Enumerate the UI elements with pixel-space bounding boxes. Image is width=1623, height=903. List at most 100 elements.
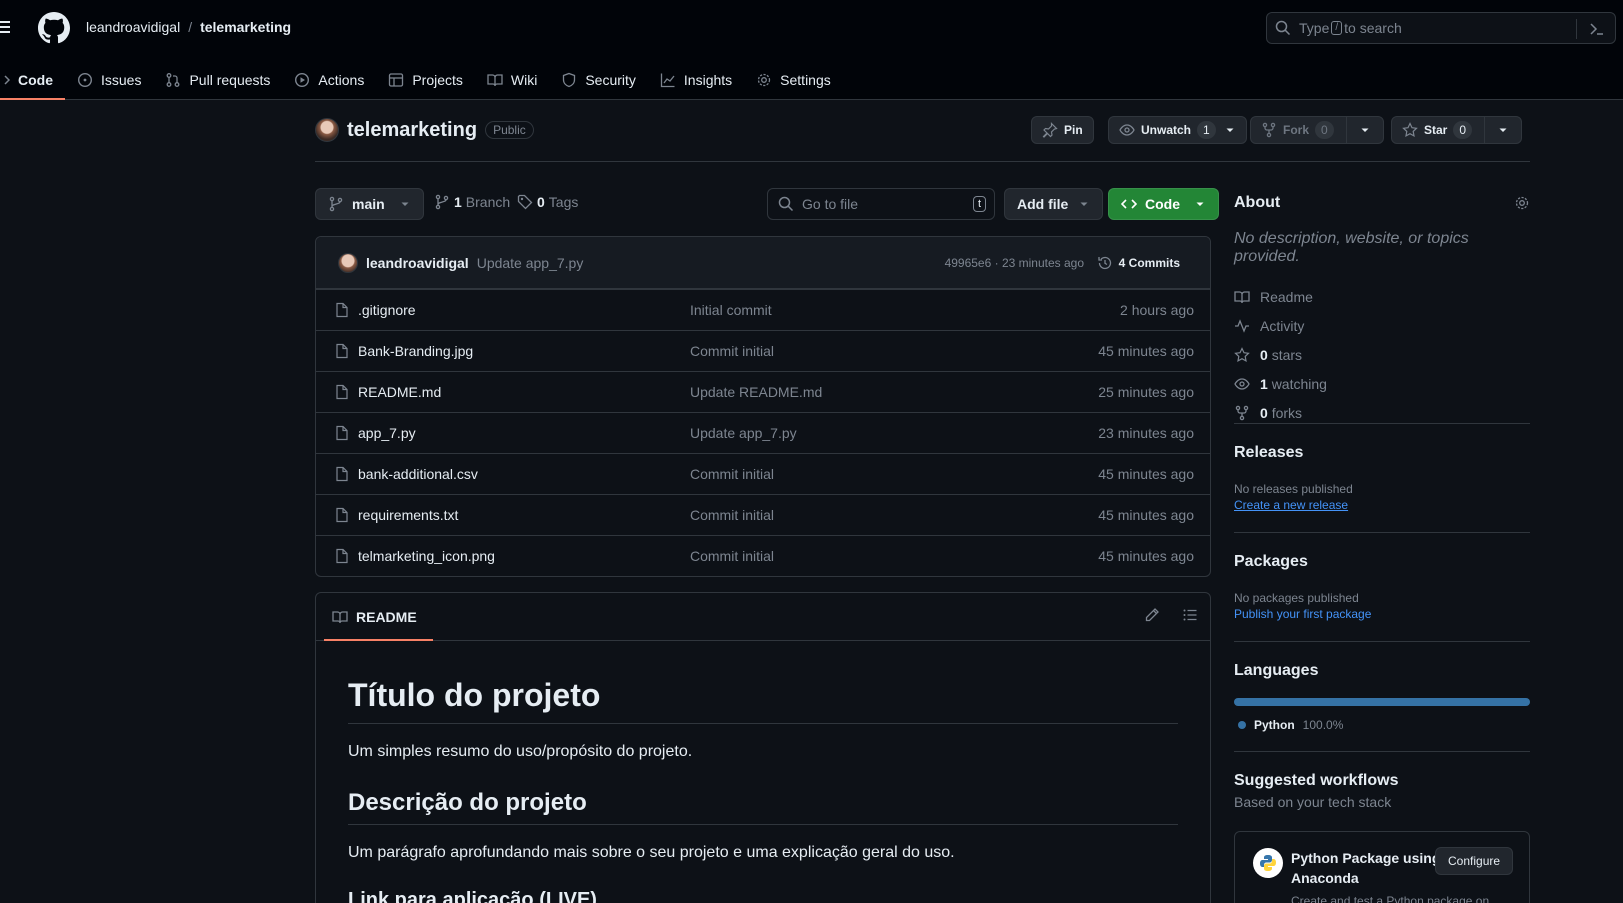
tags-link[interactable]: 0 Tags xyxy=(517,194,578,210)
tab-issues-label: Issues xyxy=(101,72,142,88)
tab-settings[interactable]: Settings xyxy=(744,60,843,100)
file-row[interactable]: requirements.txt Commit initial 45 minut… xyxy=(316,494,1210,535)
language-name: Python xyxy=(1254,718,1295,732)
commit-author[interactable]: leandroavidigal xyxy=(366,255,469,271)
tab-insights[interactable]: Insights xyxy=(648,60,744,100)
breadcrumb-repo[interactable]: telemarketing xyxy=(200,19,291,35)
workflow-card: Python Package using Anaconda Configure … xyxy=(1234,831,1530,903)
publish-package-link[interactable]: Publish your first package xyxy=(1234,607,1530,621)
branches-link[interactable]: 1 Branch xyxy=(434,194,510,210)
code-button[interactable]: Code xyxy=(1108,188,1219,220)
book-icon xyxy=(1234,289,1250,305)
file-name[interactable]: requirements.txt xyxy=(358,507,458,523)
search-placeholder-pre: Type xyxy=(1299,20,1330,36)
gear-icon xyxy=(756,72,772,88)
pin-button[interactable]: Pin xyxy=(1031,116,1094,144)
file-commit-message[interactable]: Commit initial xyxy=(690,466,774,482)
command-palette-icon[interactable] xyxy=(1589,21,1605,37)
tab-actions[interactable]: Actions xyxy=(282,60,376,100)
file-commit-message[interactable]: Update app_7.py xyxy=(690,425,797,441)
activity-link[interactable]: Activity xyxy=(1234,311,1530,340)
file-commit-message[interactable]: Commit initial xyxy=(690,548,774,564)
watching-link[interactable]: 1 watching xyxy=(1234,369,1530,398)
stars-link[interactable]: 0 stars xyxy=(1234,340,1530,369)
readme-tab[interactable]: README xyxy=(324,593,433,641)
languages-title: Languages xyxy=(1234,662,1319,679)
star-dropdown[interactable] xyxy=(1484,116,1521,144)
file-icon xyxy=(334,548,350,564)
tab-security[interactable]: Security xyxy=(549,60,648,100)
branch-name: main xyxy=(352,196,385,212)
file-commit-message[interactable]: Initial commit xyxy=(690,302,772,318)
file-name[interactable]: bank-additional.csv xyxy=(358,466,478,482)
packages-title[interactable]: Packages xyxy=(1234,553,1530,571)
github-logo-icon[interactable] xyxy=(38,12,70,44)
go-to-file-shortcut: t xyxy=(972,196,986,212)
commit-sha-time[interactable]: 49965e6 · 23 minutes ago xyxy=(945,256,1084,270)
table-icon xyxy=(388,72,404,88)
workflow-title[interactable]: Python Package using Anaconda xyxy=(1291,848,1441,888)
code-icon xyxy=(0,72,10,88)
file-name[interactable]: app_7.py xyxy=(358,425,416,441)
releases-title[interactable]: Releases xyxy=(1234,444,1530,462)
fork-button[interactable]: Fork 0 xyxy=(1250,116,1384,144)
breadcrumb-owner[interactable]: leandroavidigal xyxy=(86,19,180,35)
avatar[interactable] xyxy=(315,118,339,142)
global-search-input[interactable]: Type / to search xyxy=(1266,12,1616,44)
tab-projects[interactable]: Projects xyxy=(376,60,475,100)
fork-dropdown[interactable] xyxy=(1345,116,1383,144)
file-icon xyxy=(334,507,350,523)
menu-icon[interactable] xyxy=(0,16,14,38)
readme-header: README xyxy=(316,593,1210,641)
breadcrumb: leandroavidigal / telemarketing xyxy=(86,19,291,35)
pencil-icon[interactable] xyxy=(1144,607,1160,623)
file-name[interactable]: telmarketing_icon.png xyxy=(358,548,495,564)
file-icon xyxy=(334,343,350,359)
tab-code[interactable]: Code xyxy=(0,60,65,100)
file-row[interactable]: telmarketing_icon.png Commit initial 45 … xyxy=(316,535,1210,576)
repo-name[interactable]: telemarketing xyxy=(347,119,477,142)
commit-message[interactable]: Update app_7.py xyxy=(477,255,584,271)
sidebar-divider xyxy=(1234,641,1530,642)
tab-issues[interactable]: Issues xyxy=(65,60,153,100)
pin-label: Pin xyxy=(1064,123,1083,137)
file-row[interactable]: .gitignore Initial commit 2 hours ago xyxy=(316,289,1210,330)
file-name[interactable]: README.md xyxy=(358,384,441,400)
commits-count: 4 Commits xyxy=(1118,255,1180,270)
fork-count: 0 xyxy=(1315,121,1334,139)
go-to-file-input[interactable]: Go to file t xyxy=(767,188,995,220)
star-button[interactable]: Star 0 xyxy=(1391,116,1523,144)
language-item[interactable]: Python 100.0% xyxy=(1234,718,1530,732)
chevron-down-icon xyxy=(1497,124,1509,136)
search-divider xyxy=(1576,19,1577,39)
tab-pull-requests[interactable]: Pull requests xyxy=(153,60,282,100)
file-row[interactable]: app_7.py Update app_7.py 23 minutes ago xyxy=(316,412,1210,453)
chevron-down-icon[interactable] xyxy=(1222,124,1246,136)
file-row[interactable]: bank-additional.csv Commit initial 45 mi… xyxy=(316,453,1210,494)
file-icon xyxy=(334,302,350,318)
file-row[interactable]: README.md Update README.md 25 minutes ag… xyxy=(316,371,1210,412)
star-icon xyxy=(1234,346,1250,363)
file-row[interactable]: Bank-Branding.jpg Commit initial 45 minu… xyxy=(316,330,1210,371)
watch-button[interactable]: Unwatch 1 xyxy=(1108,116,1247,144)
forks-word: forks xyxy=(1271,404,1303,421)
packages-empty: No packages published xyxy=(1234,591,1359,605)
file-commit-message[interactable]: Update README.md xyxy=(690,384,822,400)
about-description: No description, website, or topics provi… xyxy=(1234,230,1469,265)
branch-selector[interactable]: main xyxy=(315,188,424,220)
gear-icon[interactable] xyxy=(1514,195,1530,211)
file-name[interactable]: Bank-Branding.jpg xyxy=(358,343,473,359)
avatar[interactable] xyxy=(338,252,358,273)
create-release-link[interactable]: Create a new release xyxy=(1234,498,1530,512)
file-commit-message[interactable]: Commit initial xyxy=(690,507,774,523)
pin-icon xyxy=(1042,122,1058,138)
file-commit-message[interactable]: Commit initial xyxy=(690,343,774,359)
add-file-button[interactable]: Add file xyxy=(1004,188,1104,220)
configure-button[interactable]: Configure xyxy=(1435,847,1514,875)
file-name[interactable]: .gitignore xyxy=(358,302,416,318)
commits-link[interactable]: 4 Commits xyxy=(1097,255,1180,271)
tab-wiki[interactable]: Wiki xyxy=(475,60,549,100)
tab-security-label: Security xyxy=(585,72,636,88)
list-outline-icon[interactable] xyxy=(1182,607,1198,623)
readme-link[interactable]: Readme xyxy=(1234,282,1530,311)
